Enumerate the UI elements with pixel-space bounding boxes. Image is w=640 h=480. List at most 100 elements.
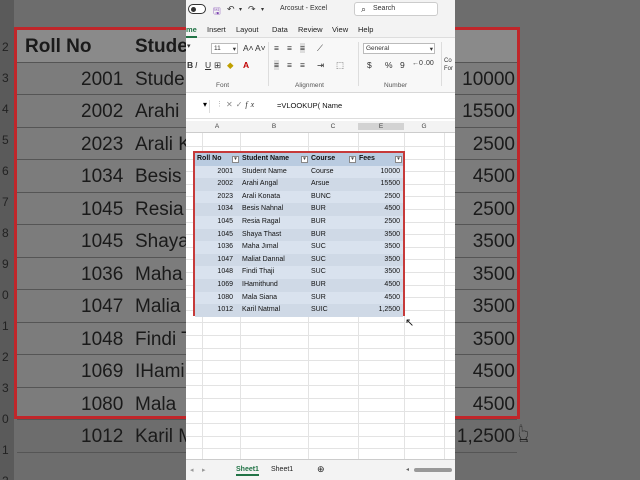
italic-button[interactable]: I xyxy=(195,60,197,70)
cell-course[interactable]: BUR xyxy=(311,218,326,225)
cell-fees[interactable]: 3500 xyxy=(384,231,400,238)
table-row[interactable]: 2002 Arahi Angal Arsue 15500 xyxy=(195,178,403,191)
font-size-select[interactable]: 11 ▾ xyxy=(211,43,238,54)
decrease-decimal-icon[interactable]: .00 xyxy=(424,60,434,67)
column-header-b[interactable]: B xyxy=(240,123,308,130)
filter-dropdown-icon[interactable]: ▾ xyxy=(395,156,402,163)
number-format-select[interactable]: General ▾ xyxy=(363,43,435,54)
save-icon[interactable]: 🖫︎ xyxy=(213,4,221,20)
column-header-e[interactable]: E xyxy=(358,123,404,130)
cell-course[interactable]: BUNC xyxy=(311,193,331,200)
cell-roll-no[interactable]: 1012 xyxy=(217,306,233,313)
increase-font-icon[interactable]: A˄ xyxy=(243,43,254,53)
increase-decimal-icon[interactable]: ←0 xyxy=(412,60,423,67)
borders-icon[interactable]: ⊞ xyxy=(214,60,221,71)
cell-student-name[interactable]: Besis Nahnal xyxy=(242,205,283,212)
add-sheet-icon[interactable]: ⊕ xyxy=(317,464,325,475)
cell-roll-no[interactable]: 1080 xyxy=(217,294,233,301)
tab-data[interactable]: Data xyxy=(272,25,288,34)
cell-fees[interactable]: 3500 xyxy=(384,268,400,275)
cell-fees[interactable]: 10000 xyxy=(381,168,400,175)
underline-button[interactable]: U xyxy=(205,60,211,70)
cell-student-name[interactable]: Mala Siana xyxy=(242,294,277,301)
name-box[interactable]: ▾ xyxy=(186,100,210,113)
font-name-dropdown-icon[interactable]: ▾ xyxy=(187,42,191,50)
conditional-format-label[interactable]: Co xyxy=(444,58,452,64)
horizontal-scrollbar[interactable] xyxy=(414,468,452,472)
tab-layout[interactable]: Layout xyxy=(236,25,259,34)
cell-roll-no[interactable]: 1045 xyxy=(217,231,233,238)
cell-student-name[interactable]: Arali Konata xyxy=(242,193,280,200)
undo-icon[interactable]: ↶ xyxy=(227,4,235,15)
currency-button[interactable]: $ xyxy=(367,60,372,70)
cell-course[interactable]: SUR xyxy=(311,294,326,301)
cell-fees[interactable]: 3500 xyxy=(384,243,400,250)
table-row[interactable]: 1080 Mala Siana SUR 4500 xyxy=(195,291,403,305)
percent-button[interactable]: % xyxy=(385,60,393,70)
filter-dropdown-icon[interactable]: ▾ xyxy=(232,156,239,163)
cell-fees[interactable]: 1,2500 xyxy=(379,306,400,313)
cell-fees[interactable]: 2500 xyxy=(384,193,400,200)
column-header-a[interactable]: A xyxy=(202,123,232,130)
cell-fees[interactable]: 2500 xyxy=(384,218,400,225)
decrease-font-icon[interactable]: A˅ xyxy=(255,43,266,53)
cell-fees[interactable]: 4500 xyxy=(384,205,400,212)
cell-fees[interactable]: 15500 xyxy=(381,180,400,187)
customize-icon[interactable]: ▾ xyxy=(261,6,264,13)
table-row[interactable]: 1045 Resia Ragal BUR 2500 xyxy=(195,216,403,229)
column-header-c[interactable]: C xyxy=(308,123,358,130)
filter-dropdown-icon[interactable]: ▾ xyxy=(349,156,356,163)
table-row[interactable]: 1047 Maliat Dannal SUC 3500 xyxy=(195,253,403,267)
merge-icon[interactable]: ⬚ xyxy=(336,60,344,71)
cell-course[interactable]: SUC xyxy=(311,243,326,250)
tab-review[interactable]: Review xyxy=(298,25,323,34)
cell-course[interactable]: BUR xyxy=(311,231,326,238)
data-table[interactable]: Roll No ▾ Student Name ▾ Course ▾ Fees ▾… xyxy=(193,151,405,317)
table-row[interactable]: 1036 Maha Jımal SUC 3500 xyxy=(195,241,403,254)
comma-button[interactable]: 9 xyxy=(400,60,405,70)
cell-student-name[interactable]: Karil Natmal xyxy=(242,306,280,313)
undo-dropdown-icon[interactable]: ▾ xyxy=(239,6,242,13)
cell-fees[interactable]: 4500 xyxy=(384,294,400,301)
align-left-icon[interactable]: ≡ xyxy=(274,60,279,70)
cell-course[interactable]: SUIC xyxy=(311,306,328,313)
table-row[interactable]: 1034 Besis Nahnal BUR 4500 xyxy=(195,203,403,216)
fill-color-icon[interactable]: ◆ xyxy=(227,60,234,71)
indent-icon[interactable]: ⇥ xyxy=(317,60,324,71)
redo-icon[interactable]: ↷ xyxy=(248,4,256,15)
next-sheet-icon[interactable]: ▸ xyxy=(202,466,206,474)
cell-roll-no[interactable]: 2001 xyxy=(217,168,233,175)
cell-roll-no[interactable]: 2002 xyxy=(217,180,233,187)
align-bottom-icon[interactable]: ≡ xyxy=(300,43,305,53)
table-row[interactable]: 1045 Shaya Thast BUR 3500 xyxy=(195,228,403,242)
format-table-label[interactable]: For xyxy=(444,66,453,72)
table-row[interactable]: 2023 Arali Konata BUNC 2500 xyxy=(195,190,403,204)
formula-buttons[interactable]: ✕✓fx xyxy=(226,100,257,109)
table-row[interactable]: 1069 IHamithund BUR 4500 xyxy=(195,279,403,292)
cell-roll-no[interactable]: 2023 xyxy=(217,193,233,200)
worksheet-grid[interactable]: A B C E G Roll No ▾ Student Name ▾ Cours… xyxy=(186,119,455,462)
cell-roll-no[interactable]: 1047 xyxy=(217,256,233,263)
prev-sheet-icon[interactable]: ◂ xyxy=(190,466,194,474)
tab-view[interactable]: View xyxy=(332,25,348,34)
cell-student-name[interactable]: Arahi Angal xyxy=(242,180,278,187)
filter-dropdown-icon[interactable]: ▾ xyxy=(301,156,308,163)
sheet-tab-active[interactable]: Sheet1 xyxy=(236,466,259,476)
tab-insert[interactable]: Insert xyxy=(207,25,226,34)
align-right-icon[interactable]: ≡ xyxy=(300,60,305,70)
cell-fees[interactable]: 4500 xyxy=(384,281,400,288)
search-box[interactable]: ⌕ Search xyxy=(354,2,438,16)
cell-student-name[interactable]: Findi Thaji xyxy=(242,268,274,275)
cell-roll-no[interactable]: 1048 xyxy=(217,268,233,275)
cell-student-name[interactable]: Shaya Thast xyxy=(242,231,281,238)
sheet-tab[interactable]: Sheet1 xyxy=(271,466,293,473)
cell-student-name[interactable]: Maliat Dannal xyxy=(242,256,285,263)
cell-roll-no[interactable]: 1036 xyxy=(217,243,233,250)
bold-button[interactable]: B xyxy=(187,60,193,70)
cell-roll-no[interactable]: 1045 xyxy=(217,218,233,225)
table-row[interactable]: 1012 Karil Natmal SUIC 1,2500 xyxy=(195,304,403,317)
cell-course[interactable]: Arsue xyxy=(311,180,329,187)
font-color-icon[interactable]: A xyxy=(243,60,249,70)
cell-student-name[interactable]: Student Name xyxy=(242,168,287,175)
tab-help[interactable]: Help xyxy=(358,25,373,34)
